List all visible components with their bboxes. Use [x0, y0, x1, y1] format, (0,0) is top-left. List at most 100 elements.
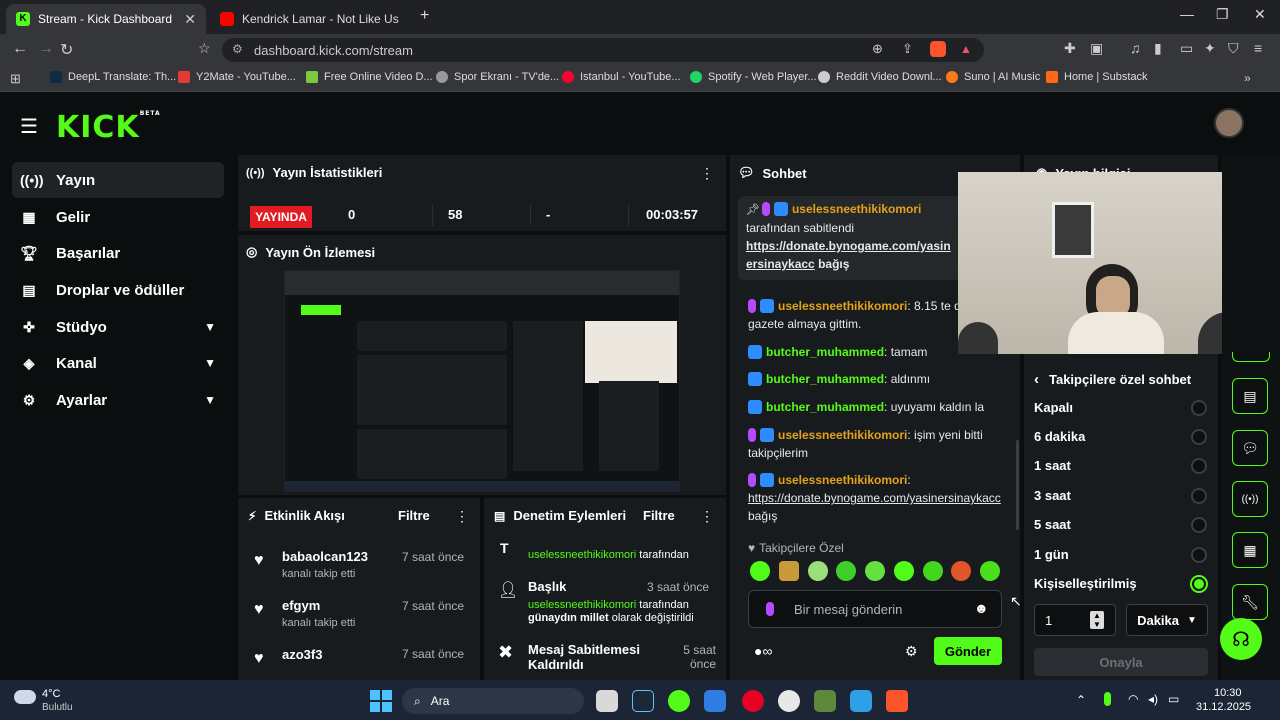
url-input[interactable]: ⚙ dashboard.kick.com/stream ⊕ ⇪ ▲: [222, 38, 984, 62]
brave-shields-icon[interactable]: [930, 41, 946, 57]
mic-icon[interactable]: [1104, 692, 1111, 706]
menu-icon[interactable]: ≡: [1254, 40, 1262, 56]
kick-app-icon[interactable]: [668, 690, 690, 712]
emote-icon[interactable]: [893, 561, 914, 581]
activity-filter-button[interactable]: Filtre: [398, 508, 430, 523]
sidebar-item-yayin[interactable]: ((•)) Yayın: [12, 162, 224, 198]
new-tab-button[interactable]: +: [420, 7, 429, 25]
chat-username[interactable]: uselessneethikikomori: [778, 299, 907, 313]
emote-icon[interactable]: [922, 561, 943, 581]
duration-unit-select[interactable]: Dakika ▼: [1126, 604, 1208, 636]
bookmark-icon[interactable]: ☆: [198, 40, 211, 57]
radio-custom-selected[interactable]: [1190, 575, 1208, 593]
taskbar-search[interactable]: ⌕ Ara: [402, 688, 584, 714]
send-button[interactable]: Gönder: [934, 637, 1002, 665]
tab-youtube[interactable]: Kendrick Lamar - Not Like Us - Yo: [210, 4, 410, 34]
wifi-icon[interactable]: ◠: [1128, 692, 1138, 706]
chat-username[interactable]: uselessneethikikomori: [778, 473, 907, 487]
stats-more-icon[interactable]: ⋮: [700, 165, 714, 182]
chat-username[interactable]: uselessneethikikomori: [778, 428, 907, 442]
media-icon[interactable]: ♫: [1130, 40, 1141, 56]
bookmark-suno[interactable]: Suno | AI Music: [946, 71, 1040, 83]
bookmark-y2mate[interactable]: Y2Mate - YouTube...: [178, 71, 296, 83]
scenes-tool-button[interactable]: ▦: [1232, 532, 1268, 568]
battery-icon[interactable]: ▭: [1168, 692, 1179, 706]
bookmark-video-downloader[interactable]: Free Online Video D...: [306, 71, 433, 83]
close-tab-icon[interactable]: ✕: [184, 11, 196, 28]
screenshot-icon[interactable]: ▣: [1090, 40, 1103, 57]
chat-scrollbar[interactable]: [1016, 440, 1019, 530]
confirm-button[interactable]: Onayla: [1034, 648, 1208, 676]
pinterest-icon[interactable]: [742, 690, 764, 712]
emote-icon[interactable]: [778, 561, 799, 581]
emote-icon[interactable]: [865, 561, 885, 581]
sidebar-icon[interactable]: ▮: [1154, 40, 1162, 57]
brave-icon[interactable]: [886, 690, 908, 712]
support-chat-button[interactable]: ☊: [1220, 618, 1262, 660]
emote-icon[interactable]: [750, 561, 770, 581]
emote-icon[interactable]: [836, 561, 857, 581]
emote-icon[interactable]: [807, 561, 828, 581]
chat-link[interactable]: https://donate.bynogame.com/yasinersinay…: [748, 491, 1001, 505]
radio-1-gun[interactable]: [1191, 547, 1207, 563]
stream-preview-video[interactable]: [284, 270, 680, 492]
bookmark-istanbul-youtube[interactable]: Istanbul - YouTube...: [562, 71, 681, 83]
activity-more-icon[interactable]: ⋮: [455, 508, 469, 525]
moderation-more-icon[interactable]: ⋮: [700, 508, 714, 525]
back-icon[interactable]: ←: [12, 40, 28, 58]
extensions-icon[interactable]: ✚: [1064, 40, 1076, 57]
minecraft-icon[interactable]: [814, 690, 836, 712]
notepad-icon[interactable]: [850, 690, 872, 712]
radio-5-saat[interactable]: [1191, 517, 1207, 533]
bookmark-substack[interactable]: Home | Substack: [1046, 71, 1148, 83]
volume-icon[interactable]: ◂): [1148, 692, 1158, 706]
outlook-icon[interactable]: [704, 690, 726, 712]
wallet-icon[interactable]: ▭: [1180, 40, 1193, 57]
bookmark-deepl[interactable]: DeepL Translate: Th...: [50, 71, 176, 83]
maximize-icon[interactable]: ❐: [1216, 6, 1229, 23]
weather-temp[interactable]: 4°C: [42, 688, 60, 700]
windows-start-icon[interactable]: [370, 690, 392, 712]
minimize-icon[interactable]: —: [1180, 6, 1194, 22]
follower-chat-header[interactable]: ‹ Takipçilere özel sohbet: [1034, 371, 1191, 388]
chat-username[interactable]: butcher_muhammed: [766, 372, 884, 386]
bookmark-spor-ekrani[interactable]: Spor Ekranı - TV'de...: [436, 71, 559, 83]
share-icon[interactable]: ⇪: [902, 41, 913, 57]
sidebar-item-kanal[interactable]: ◈ Kanal ▼: [12, 345, 224, 381]
number-stepper-icon[interactable]: ▲ ▼: [1090, 611, 1104, 629]
points-icon[interactable]: ●∞: [754, 643, 772, 659]
sidebar-item-gelir[interactable]: ▦ Gelir: [12, 199, 224, 235]
radio-kapali[interactable]: [1191, 400, 1207, 416]
tray-chevron-up-icon[interactable]: ⌃: [1076, 693, 1086, 707]
chat-tool-button[interactable]: 💬︎: [1232, 430, 1268, 466]
pinned-link-cont[interactable]: ersinaykacc: [746, 257, 815, 271]
chat-username[interactable]: butcher_muhammed: [766, 400, 884, 414]
broadcast-tool-button[interactable]: ((•)): [1232, 481, 1268, 517]
radio-3-saat[interactable]: [1191, 488, 1207, 504]
zoom-icon[interactable]: ⊕: [872, 41, 883, 57]
forward-icon[interactable]: →: [38, 40, 54, 58]
radio-6-dakika[interactable]: [1191, 429, 1207, 445]
tools-button[interactable]: 🔧︎: [1232, 584, 1268, 620]
chrome-icon[interactable]: [778, 690, 800, 712]
chat-username[interactable]: butcher_muhammed: [766, 345, 884, 359]
sidebar-item-droplar[interactable]: ▤ Droplar ve ödüller: [12, 272, 224, 308]
moderation-filter-button[interactable]: Filtre: [643, 508, 675, 523]
kick-logo[interactable]: KICKBETA: [56, 110, 161, 145]
vpn-icon[interactable]: ⛉: [1228, 40, 1239, 57]
radio-1-saat[interactable]: [1191, 458, 1207, 474]
emote-icon[interactable]: [951, 561, 972, 581]
apps-icon[interactable]: ⊞: [10, 71, 21, 87]
leo-ai-icon[interactable]: ✦: [1204, 40, 1216, 57]
clock-time[interactable]: 10:30: [1214, 687, 1242, 699]
steam-icon[interactable]: [632, 690, 654, 712]
sidebar-item-ayarlar[interactable]: ⚙ Ayarlar ▼: [12, 382, 224, 418]
chat-settings-icon[interactable]: ⚙: [905, 643, 918, 660]
sidebar-item-basarilar[interactable]: 🏆︎ Başarılar: [12, 235, 224, 271]
more-bookmarks-icon[interactable]: »: [1244, 71, 1251, 85]
emote-icon[interactable]: [980, 561, 1000, 581]
task-view-icon[interactable]: [596, 690, 618, 712]
tab-kick-dashboard[interactable]: K Stream - Kick Dashboard ✕: [6, 4, 206, 34]
hamburger-menu-icon[interactable]: ☰: [20, 114, 38, 139]
brave-rewards-icon[interactable]: ▲: [960, 42, 972, 56]
